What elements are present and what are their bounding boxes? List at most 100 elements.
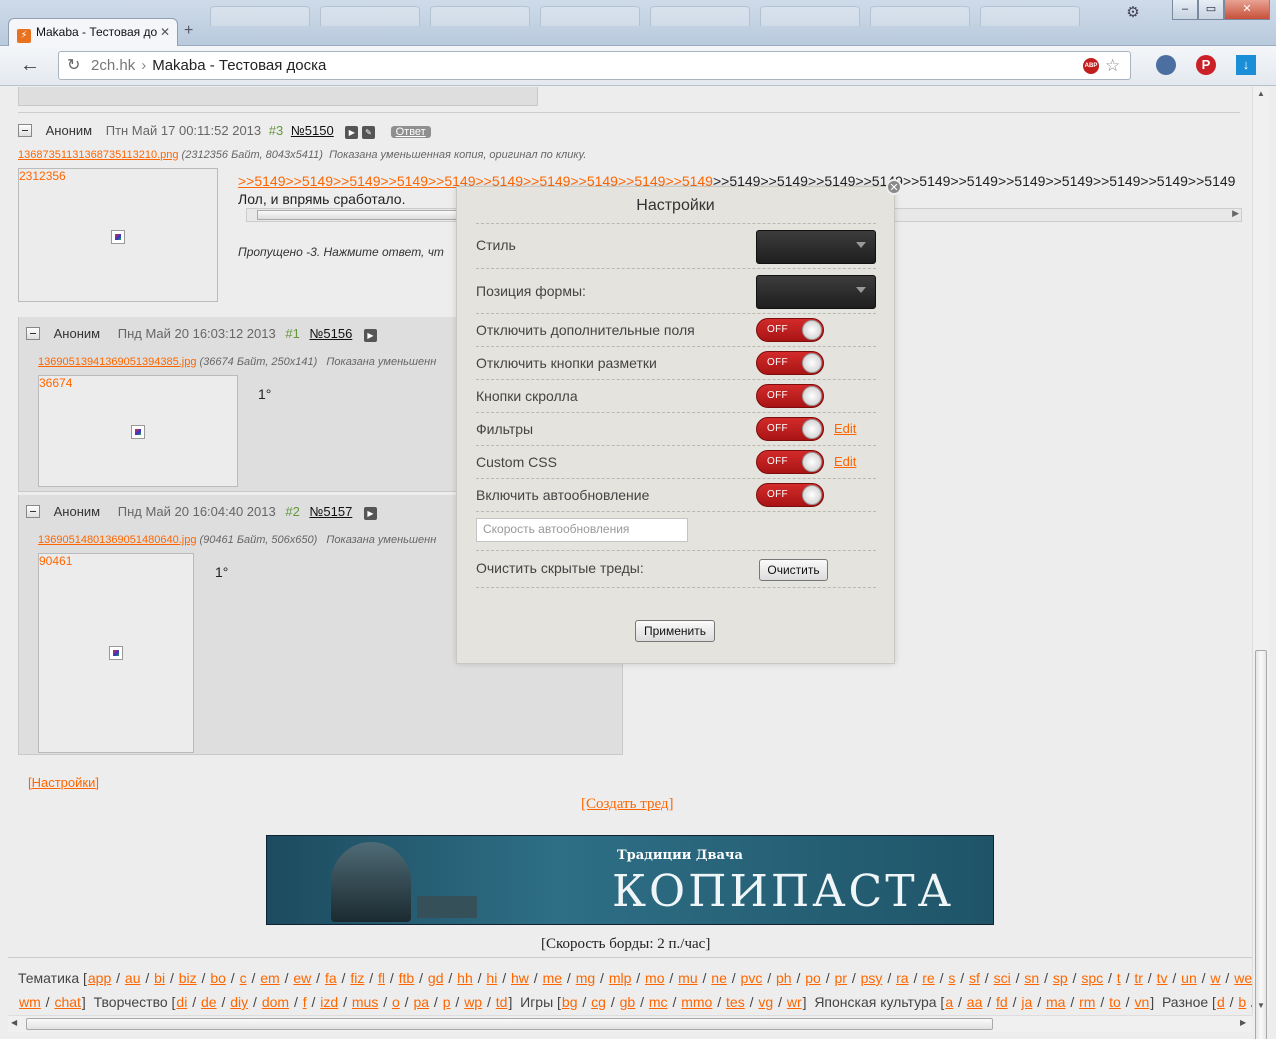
apply-button[interactable]: Применить (635, 620, 715, 642)
post-number-link[interactable]: №5150 (291, 123, 334, 138)
filters-toggle[interactable]: OFF (756, 417, 824, 441)
background-tab[interactable] (650, 6, 750, 26)
board-link-to[interactable]: to (1109, 994, 1121, 1010)
settings-gear-icon[interactable]: ⚙ (1122, 3, 1144, 21)
board-link-pr[interactable]: pr (835, 970, 847, 986)
board-link-f[interactable]: f (303, 994, 307, 1010)
reload-icon[interactable]: ↻ (67, 52, 80, 79)
board-link-mmo[interactable]: mmo (681, 994, 712, 1010)
scroll-up-arrow-icon[interactable]: ▲ (1257, 89, 1265, 98)
board-link-gd[interactable]: gd (428, 970, 444, 986)
board-link-o[interactable]: o (392, 994, 400, 1010)
file-link[interactable]: 13690513941369051394385.jpg (38, 356, 196, 368)
board-link-diy[interactable]: diy (230, 994, 248, 1010)
custom-css-edit-link[interactable]: Edit (834, 454, 856, 469)
board-link-c[interactable]: c (240, 970, 247, 986)
close-window-button[interactable]: ✕ (1224, 0, 1270, 20)
board-link-hh[interactable]: hh (457, 970, 473, 986)
board-link-ja[interactable]: ja (1021, 994, 1032, 1010)
hide-post-button[interactable] (26, 327, 40, 340)
board-link-bi[interactable]: bi (154, 970, 165, 986)
scrollbar-thumb[interactable] (26, 1018, 993, 1030)
background-tab[interactable] (980, 6, 1080, 26)
background-tab[interactable] (210, 6, 310, 26)
board-link-fl[interactable]: fl (378, 970, 385, 986)
autoupdate-speed-input[interactable]: Скорость автообновления (476, 518, 688, 542)
settings-link[interactable]: [Настройки] (28, 775, 99, 790)
board-link-wr[interactable]: wr (787, 994, 802, 1010)
pinterest-icon[interactable]: P (1196, 55, 1216, 75)
filters-edit-link[interactable]: Edit (834, 421, 856, 436)
scroll-right-arrow-icon[interactable]: ▶ (1232, 208, 1239, 219)
board-link-au[interactable]: au (125, 970, 141, 986)
board-link-mo[interactable]: mo (645, 970, 664, 986)
scrollbar-thumb[interactable] (257, 210, 467, 220)
board-link-hi[interactable]: hi (486, 970, 497, 986)
board-link-aa[interactable]: aa (967, 994, 983, 1010)
scrollbar-thumb[interactable] (1255, 650, 1267, 1039)
board-link-tr[interactable]: tr (1134, 970, 1143, 986)
expand-arrow-icon[interactable]: ▶ (345, 126, 359, 139)
maximize-button[interactable]: ▭ (1198, 0, 1224, 20)
board-link-ra[interactable]: ra (896, 970, 908, 986)
active-tab[interactable]: ⚡ Makaba - Тестовая до ✕ (8, 18, 178, 46)
create-thread-link[interactable]: [Создать тред] (581, 796, 674, 813)
board-link-me[interactable]: me (543, 970, 562, 986)
background-tab[interactable] (870, 6, 970, 26)
post-image[interactable]: 90461 (38, 553, 194, 753)
board-link-psy[interactable]: psy (861, 970, 883, 986)
board-link-a[interactable]: a (945, 994, 953, 1010)
scroll-buttons-toggle[interactable]: OFF (756, 384, 824, 408)
board-link-biz[interactable]: biz (179, 970, 197, 986)
board-link-sn[interactable]: sn (1024, 970, 1039, 986)
kopipasta-banner[interactable]: Традиции Двача КОПИПАСТА (266, 835, 994, 925)
board-link-de[interactable]: de (201, 994, 217, 1010)
hide-post-button[interactable] (18, 124, 32, 137)
board-link-ftb[interactable]: ftb (399, 970, 415, 986)
board-link-mu[interactable]: mu (678, 970, 697, 986)
custom-css-toggle[interactable]: OFF (756, 450, 824, 474)
board-link-ph[interactable]: ph (776, 970, 792, 986)
board-link-vn[interactable]: vn (1134, 994, 1149, 1010)
board-link-w[interactable]: w (1210, 970, 1220, 986)
background-tab[interactable] (540, 6, 640, 26)
file-link[interactable]: 13687351131368735113210.png (18, 149, 178, 161)
board-link-fd[interactable]: fd (996, 994, 1008, 1010)
expand-arrow-icon[interactable]: ▶ (363, 507, 377, 520)
board-link-un[interactable]: un (1181, 970, 1197, 986)
post-number-link[interactable]: №5156 (309, 326, 352, 341)
board-link-web[interactable]: web (1234, 970, 1252, 986)
post-number-link[interactable]: №5157 (309, 504, 352, 519)
background-tab[interactable] (760, 6, 860, 26)
board-link-bo[interactable]: bo (210, 970, 226, 986)
extra-fields-toggle[interactable]: OFF (756, 318, 824, 342)
address-bar[interactable]: ↻ 2ch.hk › Makaba - Тестовая доска ABP ☆ (58, 51, 1131, 80)
board-link-vg[interactable]: vg (758, 994, 773, 1010)
download-icon[interactable]: ↓ (1236, 55, 1256, 75)
extension-icon[interactable] (1156, 55, 1176, 75)
board-link-re[interactable]: re (922, 970, 934, 986)
board-link-ma[interactable]: ma (1046, 994, 1065, 1010)
close-modal-icon[interactable]: ✕ (886, 179, 902, 195)
board-link-fa[interactable]: fa (325, 970, 337, 986)
board-link-mc[interactable]: mc (649, 994, 668, 1010)
markup-buttons-toggle[interactable]: OFF (756, 351, 824, 375)
board-link-di[interactable]: di (176, 994, 187, 1010)
board-link-mg[interactable]: mg (576, 970, 595, 986)
bookmark-star-icon[interactable]: ☆ (1105, 52, 1120, 79)
page-horizontal-scrollbar[interactable]: ◀ ▶ (8, 1015, 1252, 1032)
board-link-p[interactable]: p (443, 994, 451, 1010)
board-link-izd[interactable]: izd (320, 994, 338, 1010)
board-link-rm[interactable]: rm (1079, 994, 1095, 1010)
board-link-sp[interactable]: sp (1053, 970, 1068, 986)
board-link-em[interactable]: em (260, 970, 279, 986)
minimize-button[interactable]: – (1172, 0, 1198, 20)
board-link-ne[interactable]: ne (711, 970, 727, 986)
board-link-sf[interactable]: sf (969, 970, 980, 986)
scroll-down-arrow-icon[interactable]: ▼ (1257, 1001, 1265, 1010)
board-link-fiz[interactable]: fiz (350, 970, 364, 986)
post-image[interactable]: 2312356 (18, 168, 218, 302)
board-link-mus[interactable]: mus (352, 994, 378, 1010)
post-image[interactable]: 36674 (38, 375, 238, 487)
board-link-s[interactable]: s (948, 970, 955, 986)
